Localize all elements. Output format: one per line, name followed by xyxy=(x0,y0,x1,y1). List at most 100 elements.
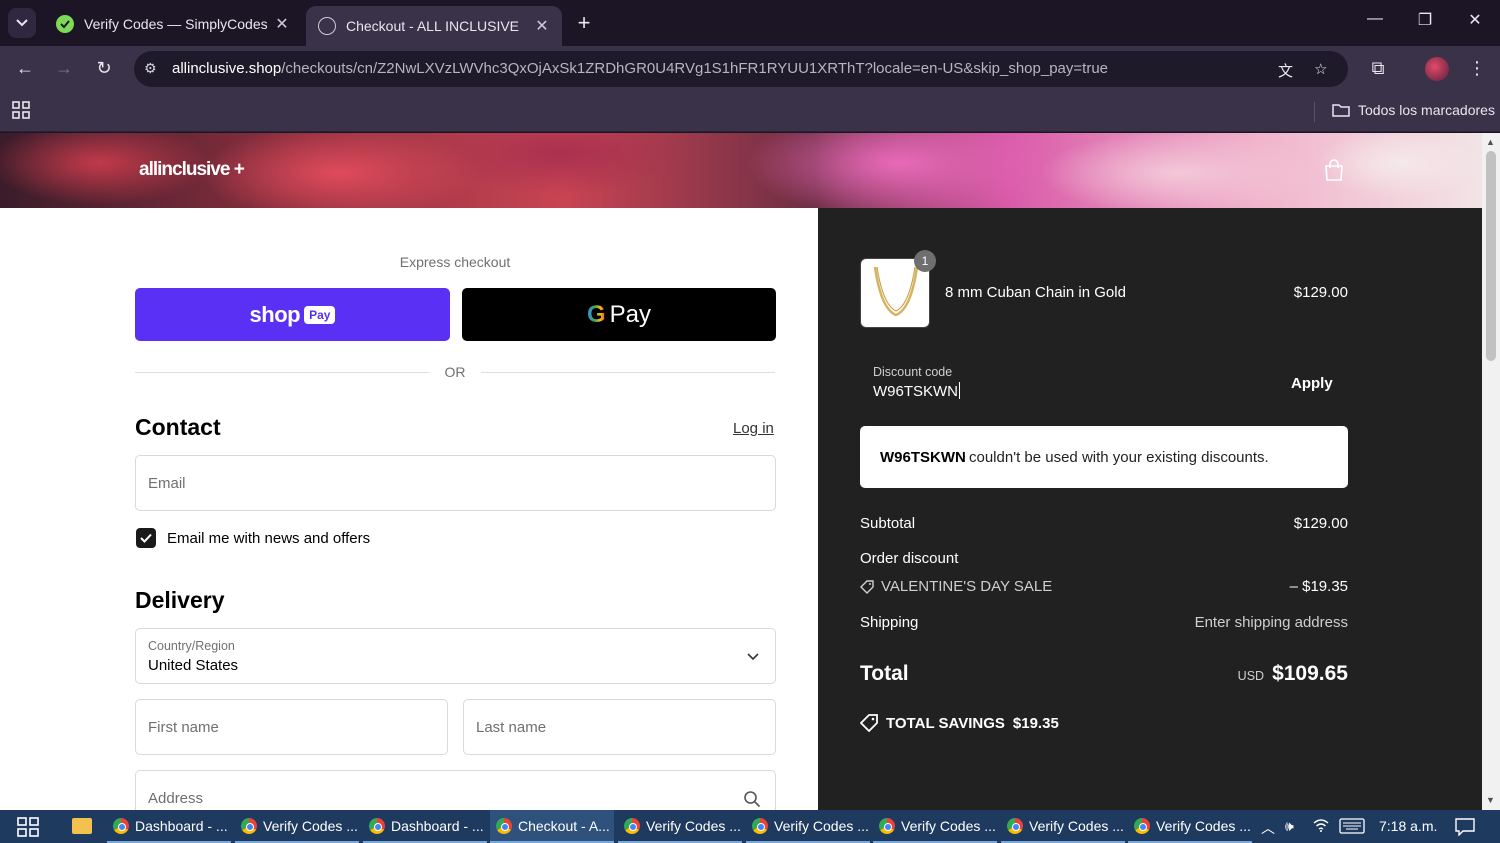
chrome-icon xyxy=(752,817,768,834)
shop-pay-button[interactable]: shop Pay xyxy=(135,288,450,341)
discount-code-label: Discount code xyxy=(873,365,953,379)
taskbar-item[interactable]: Dashboard - ... xyxy=(363,810,487,843)
simplycodes-favicon-icon xyxy=(56,15,74,33)
shipping-value: Enter shipping address xyxy=(1194,614,1348,631)
search-icon xyxy=(744,791,761,808)
total-value: $109.65 xyxy=(1272,662,1348,685)
start-grid-icon[interactable] xyxy=(17,817,39,842)
tab-verify-codes[interactable]: Verify Codes — SimplyCodes ✕ xyxy=(44,6,302,42)
country-select[interactable]: Country/Region United States xyxy=(135,628,776,684)
tag-icon xyxy=(860,579,874,594)
scroll-up-icon[interactable]: ▲ xyxy=(1486,137,1495,147)
subtotal-value: $129.00 xyxy=(1293,515,1348,532)
quantity-badge: 1 xyxy=(914,250,936,272)
all-bookmarks-label: Todos los marcadores xyxy=(1358,102,1495,118)
taskbar-item[interactable]: Verify Codes ... xyxy=(873,810,997,843)
sale-discount-value: – $19.35 xyxy=(1289,578,1348,595)
taskbar-item-label: Dashboard - ... xyxy=(135,817,228,834)
more-menu-icon[interactable]: ⋮ xyxy=(1465,58,1489,79)
google-g-icon: G xyxy=(586,300,606,328)
taskbar-item-active[interactable]: Checkout - A... xyxy=(490,810,614,843)
notifications-icon[interactable] xyxy=(1455,818,1475,839)
translate-icon[interactable]: 文 xyxy=(1278,60,1293,81)
taskbar-item-label: Checkout - A... xyxy=(518,817,610,834)
taskbar-item[interactable]: Verify Codes ... xyxy=(618,810,742,843)
product-name: 8 mm Cuban Chain in Gold xyxy=(945,284,1126,301)
apply-discount-button[interactable]: Apply xyxy=(1291,375,1333,392)
url-text[interactable]: allinclusive.shop/checkouts/cn/Z2NwLXVzL… xyxy=(172,60,1108,77)
wifi-icon[interactable] xyxy=(1313,818,1329,835)
taskbar-item-label: Verify Codes ... xyxy=(263,817,358,834)
tab-title: Verify Codes — SimplyCodes xyxy=(84,16,268,32)
close-tab-icon[interactable]: ✕ xyxy=(534,16,550,36)
savings-label: TOTAL SAVINGS xyxy=(886,714,1005,732)
restore-icon[interactable]: ❐ xyxy=(1410,10,1440,30)
reload-icon[interactable]: ↻ xyxy=(92,58,116,79)
scroll-down-icon[interactable]: ▼ xyxy=(1486,795,1495,805)
taskbar-item-label: Verify Codes ... xyxy=(774,817,869,834)
or-divider: OR xyxy=(135,363,775,383)
file-explorer-icon[interactable] xyxy=(72,818,92,834)
total-amount: USD $109.65 xyxy=(1238,662,1348,686)
clock[interactable]: 7:18 a.m. xyxy=(1379,818,1437,834)
site-info-icon[interactable]: ⚙ xyxy=(144,60,157,77)
address-placeholder: Address xyxy=(148,790,204,807)
minimize-icon[interactable]: — xyxy=(1360,10,1390,28)
news-offers-label[interactable]: Email me with news and offers xyxy=(167,530,370,547)
taskbar-item-label: Verify Codes ... xyxy=(1156,817,1251,834)
google-pay-button[interactable]: G Pay xyxy=(462,288,776,341)
tab-checkout[interactable]: Checkout - ALL INCLUSIVE ✕ xyxy=(306,6,562,46)
new-tab-button[interactable]: + xyxy=(572,10,596,36)
checkmark-icon xyxy=(140,533,152,543)
address-field[interactable]: Address xyxy=(135,770,776,810)
discount-code-input[interactable]: W96TSKWN xyxy=(873,382,960,400)
taskbar-item[interactable]: Verify Codes ... xyxy=(1128,810,1252,843)
close-window-icon[interactable]: ✕ xyxy=(1460,10,1490,30)
browser-tab-bar: Verify Codes — SimplyCodes ✕ Checkout - … xyxy=(0,0,1500,46)
apps-grid-icon[interactable] xyxy=(12,101,30,124)
globe-icon xyxy=(318,17,336,35)
chrome-icon xyxy=(1134,817,1150,834)
taskbar-item[interactable]: Verify Codes ... xyxy=(1001,810,1125,843)
keyboard-icon[interactable] xyxy=(1339,818,1365,837)
chrome-icon xyxy=(113,817,129,834)
or-label: OR xyxy=(444,364,466,380)
checkout-form: Express checkout shop Pay G Pay OR Conta… xyxy=(0,208,818,810)
star-bookmark-icon[interactable]: ☆ xyxy=(1314,60,1327,78)
tag-icon xyxy=(860,714,878,732)
email-field[interactable]: Email xyxy=(135,455,776,511)
profile-avatar[interactable] xyxy=(1425,57,1449,81)
scrollbar-thumb[interactable] xyxy=(1486,151,1496,361)
login-link[interactable]: Log in xyxy=(733,420,774,437)
volume-icon[interactable]: 🕪 xyxy=(1285,818,1294,835)
tab-search-button[interactable] xyxy=(8,8,36,38)
news-offers-checkbox[interactable] xyxy=(136,528,156,548)
extensions-icon[interactable]: ⧉ xyxy=(1366,58,1390,79)
chrome-icon xyxy=(241,817,257,834)
address-bar[interactable]: ⚙ allinclusive.shop/checkouts/cn/Z2NwLXV… xyxy=(134,51,1348,87)
taskbar-item[interactable]: Verify Codes ... xyxy=(746,810,870,843)
page-scrollbar[interactable]: ▲ ▼ xyxy=(1482,133,1500,810)
bookmarks-bar: Todos los marcadores xyxy=(0,92,1500,132)
taskbar-item[interactable]: Verify Codes ... xyxy=(235,810,359,843)
last-name-field[interactable]: Last name xyxy=(463,699,776,755)
divider xyxy=(1314,102,1315,122)
chrome-icon xyxy=(1007,817,1023,834)
last-name-placeholder: Last name xyxy=(476,719,547,736)
forward-icon[interactable]: → xyxy=(52,58,76,79)
taskbar-item[interactable]: Dashboard - ... xyxy=(107,810,231,843)
taskbar-item-label: Verify Codes ... xyxy=(901,817,996,834)
shop-pay-logo-text: shop xyxy=(249,301,301,327)
close-tab-icon[interactable]: ✕ xyxy=(274,14,290,34)
all-bookmarks-button[interactable]: Todos los marcadores xyxy=(1332,102,1495,118)
first-name-field[interactable]: First name xyxy=(135,699,448,755)
sale-name: VALENTINE'S DAY SALE xyxy=(881,578,1053,595)
first-name-placeholder: First name xyxy=(148,719,219,736)
product-price: $129.00 xyxy=(1293,284,1348,301)
show-hidden-icons[interactable]: ︿ xyxy=(1261,818,1275,838)
shopping-bag-icon[interactable] xyxy=(1324,159,1344,186)
total-savings: TOTAL SAVINGS $19.35 xyxy=(860,714,1059,732)
store-logo[interactable]: allinclusive + xyxy=(139,159,245,181)
back-icon[interactable]: ← xyxy=(13,58,37,79)
google-pay-label: Pay xyxy=(609,300,652,328)
